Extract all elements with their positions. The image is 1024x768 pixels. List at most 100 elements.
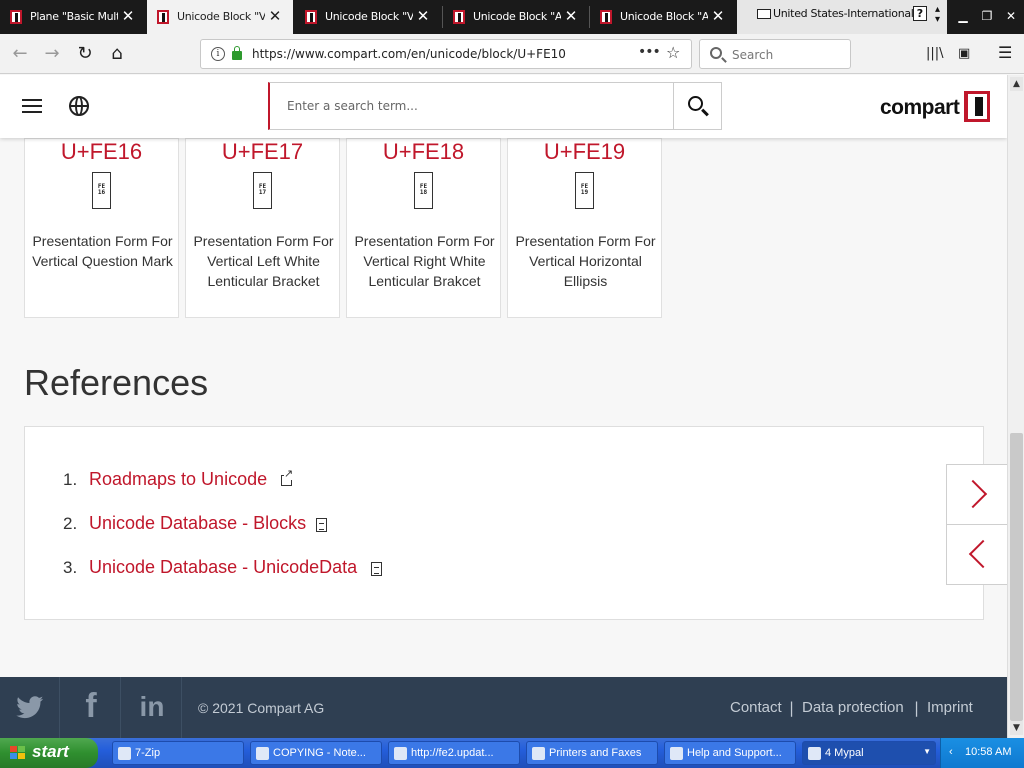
reference-link[interactable]: Roadmaps to Unicode (89, 469, 267, 490)
forward-arrow-icon[interactable]: → (38, 40, 66, 68)
taskbar-task[interactable]: 7-Zip (112, 741, 244, 765)
copyright-text: © 2021 Compart AG (198, 700, 325, 716)
chevron-right-icon (958, 479, 988, 509)
task-label: 4 Mypal (825, 747, 864, 759)
archive-app-icon (118, 747, 131, 760)
code-point[interactable]: U+FE18 (347, 139, 500, 165)
library-icon[interactable]: |||\ (926, 46, 944, 61)
reference-link[interactable]: Unicode Database - Blocks (89, 513, 306, 534)
browser-search-input[interactable]: Search (699, 39, 851, 69)
menu-icon[interactable] (22, 99, 42, 113)
printer-icon (532, 747, 545, 760)
globe-language-icon[interactable] (69, 96, 89, 116)
character-card[interactable]: U+FE16 FE 16 Presentation Form For Vertic… (24, 138, 179, 318)
site-favicon-icon (453, 10, 465, 24)
reload-icon[interactable]: ↻ (71, 40, 99, 68)
logo-mark-icon (964, 91, 990, 122)
task-label: Help and Support... (687, 747, 782, 759)
mypal-app-icon (808, 747, 821, 760)
next-page-button[interactable] (946, 464, 1007, 525)
character-card[interactable]: U+FE18 FE 18 Presentation Form For Vertic… (346, 138, 501, 318)
taskbar-task[interactable]: Printers and Faxes (526, 741, 658, 765)
clock[interactable]: 10:58 AM (965, 746, 1011, 758)
close-tab-icon[interactable]: ✕ (122, 7, 135, 25)
browser-search-placeholder: Search (732, 48, 774, 62)
close-tab-icon[interactable]: ✕ (417, 7, 430, 25)
list-number: 1. (63, 470, 78, 489)
tray-expand-icon[interactable]: ‹ (949, 746, 953, 758)
close-tab-icon[interactable]: ✕ (565, 7, 578, 25)
character-card[interactable]: U+FE17 FE 17 Presentation Form For Vertic… (185, 138, 340, 318)
help-icon[interactable]: ? (913, 6, 927, 21)
tab-title: Unicode Block "Ve (325, 10, 413, 23)
hamburger-menu-icon[interactable]: ☰ (998, 43, 1012, 62)
linkedin-link[interactable]: in (122, 677, 182, 738)
document-icon (371, 562, 382, 576)
task-label: COPYING - Note... (273, 747, 366, 759)
linkedin-icon: in (139, 691, 165, 722)
windows-logo-icon (10, 746, 26, 760)
minimize-window-icon[interactable]: ▁ (952, 5, 974, 27)
bookmark-star-icon[interactable]: ☆ (666, 43, 680, 62)
site-search-button[interactable] (673, 83, 721, 129)
sidebar-icon[interactable]: ▣ (958, 46, 970, 61)
previous-page-button[interactable] (946, 524, 1007, 585)
taskbar-task[interactable]: http://fe2.updat... (388, 741, 520, 765)
keyboard-layout-indicator[interactable]: United States-International ? ▴ ▾ (737, 0, 947, 34)
contact-link[interactable]: Contact (730, 699, 782, 716)
taskbar-task-active[interactable]: 4 Mypal ▼ (802, 741, 936, 765)
vertical-scrollbar[interactable]: ▲ ▼ (1007, 75, 1024, 738)
back-arrow-icon[interactable]: ← (6, 40, 34, 68)
tab-title: Unicode Block "Ara (473, 10, 561, 23)
chevron-menu-icon[interactable]: ▴ ▾ (935, 5, 940, 25)
footer-separator: | (914, 699, 920, 717)
glyph-box-icon: FE 18 (414, 172, 433, 209)
notepad-app-icon (256, 747, 269, 760)
scroll-up-icon[interactable]: ▲ (1010, 77, 1023, 91)
address-url[interactable]: https://www.compart.com/en/unicode/block… (252, 47, 566, 61)
references-heading: References (24, 362, 209, 403)
browser-tab[interactable]: Unicode Block "Alp ✕ (590, 0, 736, 34)
code-point[interactable]: U+FE19 (508, 139, 661, 165)
twitter-icon (16, 696, 44, 719)
scrollbar-thumb[interactable] (1010, 433, 1023, 721)
site-favicon-icon (305, 10, 317, 24)
facebook-link[interactable]: f (61, 677, 121, 738)
home-icon[interactable]: ⌂ (103, 40, 131, 68)
taskbar-task[interactable]: Help and Support... (664, 741, 796, 765)
reference-link[interactable]: Unicode Database - UnicodeData (89, 557, 357, 578)
character-card[interactable]: U+FE19 FE 19 Presentation Form For Vertic… (507, 138, 662, 318)
task-label: 7-Zip (135, 747, 161, 759)
keyboard-icon (757, 9, 771, 19)
keyboard-layout-label: United States-International (773, 7, 914, 20)
imprint-link[interactable]: Imprint (927, 699, 973, 716)
code-point[interactable]: U+FE16 (25, 139, 178, 165)
browser-nav-bar: ← → ↻ ⌂ i https://www.compart.com/en/uni… (0, 34, 1024, 74)
twitter-link[interactable] (0, 677, 60, 738)
close-tab-icon[interactable]: ✕ (269, 7, 282, 25)
code-point[interactable]: U+FE17 (186, 139, 339, 165)
browser-tab[interactable]: Unicode Block "Ve ✕ (295, 0, 441, 34)
lock-icon[interactable] (232, 46, 242, 60)
document-icon (316, 518, 327, 532)
task-label: Printers and Faxes (549, 747, 642, 759)
taskbar-task[interactable]: COPYING - Note... (250, 741, 382, 765)
page-viewport: Enter a search term... compart U+FE16 FE… (0, 75, 1007, 738)
site-header: Enter a search term... compart (0, 75, 1007, 138)
site-search-placeholder[interactable]: Enter a search term... (287, 99, 418, 113)
start-button[interactable]: start (0, 738, 98, 768)
close-tab-icon[interactable]: ✕ (712, 7, 725, 25)
chevron-down-icon[interactable]: ▼ (923, 747, 931, 756)
browser-tab[interactable]: Plane "Basic Multil ✕ (0, 0, 146, 34)
site-search[interactable]: Enter a search term... (268, 82, 722, 130)
browser-tab-active[interactable]: Unicode Block "Ver ✕ (147, 0, 293, 34)
site-info-icon[interactable]: i (211, 47, 225, 61)
restore-window-icon[interactable]: ❐ (976, 5, 998, 27)
page-actions-icon[interactable]: ••• (638, 44, 661, 60)
data-protection-link[interactable]: Data protection (802, 699, 904, 716)
character-name: Presentation Form For Vertical Question … (32, 233, 173, 269)
address-bar[interactable]: i https://www.compart.com/en/unicode/blo… (200, 39, 692, 69)
browser-tab[interactable]: Unicode Block "Ara ✕ (443, 0, 589, 34)
scroll-down-icon[interactable]: ▼ (1010, 721, 1023, 735)
close-window-icon[interactable]: ✕ (1000, 5, 1022, 27)
